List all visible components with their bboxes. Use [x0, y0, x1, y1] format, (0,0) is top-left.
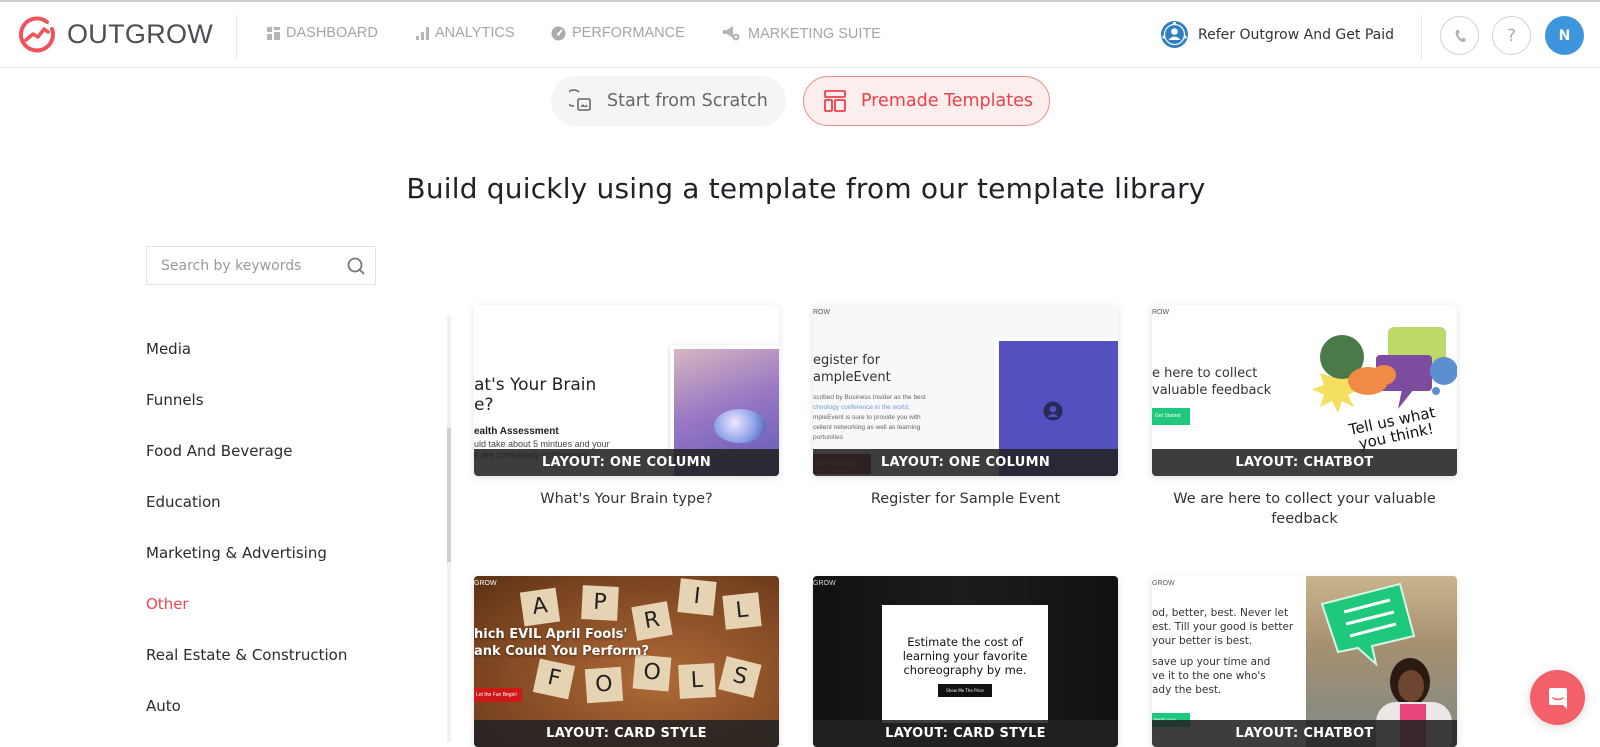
brand-name: OUTGROW [67, 18, 214, 49]
preview-cta: Show Me The Price [938, 684, 992, 697]
category-food-and-beverage[interactable]: Food And Beverage [146, 442, 293, 460]
refer-label: Refer Outgrow And Get Paid [1198, 26, 1394, 43]
category-scrollbar-thumb[interactable] [447, 428, 451, 562]
letter-tile: L [722, 592, 762, 630]
template-search [146, 246, 376, 285]
preview-body: cellent networking as well as learning [813, 424, 921, 431]
avatar-initial: N [1558, 27, 1571, 44]
preview-cta: Get Started [1152, 408, 1190, 425]
preview-body: uld take about 5 mintues and your [474, 439, 610, 449]
preview-subheading: ealth Assessment [474, 426, 559, 437]
search-input[interactable] [147, 247, 327, 284]
template-layout-icon [824, 90, 846, 112]
blank-canvas-icon [569, 89, 591, 111]
preview-body: mpleEvent is sure to provide you with [813, 414, 921, 421]
header-divider-right [1421, 15, 1422, 59]
nav-performance-label: PERFORMANCE [572, 25, 685, 41]
search-icon[interactable] [347, 257, 365, 275]
category-marketing-advertising[interactable]: Marketing & Advertising [146, 544, 327, 562]
category-funnels[interactable]: Funnels [146, 391, 204, 409]
template-title[interactable]: We are here to collect your valuable fee… [1152, 489, 1457, 529]
dashboard-grid-icon [267, 26, 280, 40]
preview-heading: Estimate the cost of learning your favori… [902, 635, 1028, 677]
preview-body: chnology conference in the world, [813, 404, 910, 411]
letter-tile: A [519, 587, 561, 627]
user-avatar[interactable]: N [1545, 16, 1584, 55]
refer-link[interactable]: Refer Outgrow And Get Paid [1160, 20, 1394, 49]
start-from-scratch-button[interactable]: Start from Scratch [551, 76, 786, 126]
premade-templates-button[interactable]: Premade Templates [803, 76, 1050, 126]
preview-brand: GROW [813, 580, 836, 587]
preview-heading: at's Your Brain e? [474, 375, 597, 415]
letter-tile: L [678, 663, 716, 699]
template-title[interactable]: What's Your Brain type? [474, 489, 779, 509]
nav-analytics-label: ANALYTICS [435, 25, 515, 41]
phone-icon [1455, 29, 1465, 42]
live-chat-button[interactable] [1530, 670, 1585, 725]
category-media[interactable]: Media [146, 340, 191, 358]
layout-badge: LAYOUT: ONE COLUMN [474, 449, 779, 476]
user-placeholder-icon [1043, 401, 1063, 421]
layout-badge: LAYOUT: CARD STYLE [474, 720, 779, 747]
nav-performance[interactable]: PERFORMANCE [551, 25, 685, 41]
chat-smile-icon [1548, 687, 1567, 709]
help-button[interactable]: ? [1492, 16, 1531, 55]
preview-brand: ROW [813, 309, 831, 316]
letter-tile: S [718, 656, 762, 698]
preview-brand: ROW [1152, 309, 1170, 316]
template-card[interactable]: at's Your Brain e? ealth Assessment uld t… [474, 305, 779, 476]
help-icon: ? [1506, 25, 1517, 46]
layout-badge: LAYOUT: ONE COLUMN [813, 449, 1118, 476]
bar-chart-icon [416, 26, 429, 40]
brain-shape [714, 409, 766, 443]
layout-badge: LAYOUT: CHATBOT [1152, 449, 1457, 476]
letter-tile: P [581, 585, 619, 621]
category-auto[interactable]: Auto [146, 697, 181, 715]
referral-network-icon [1161, 21, 1188, 48]
nav-dashboard-label: DASHBOARD [286, 25, 378, 41]
start-from-scratch-label: Start from Scratch [607, 91, 768, 111]
template-card[interactable]: GROW od, better, best. Never let est. Til… [1152, 576, 1457, 747]
preview-heading: e here to collect valuable feedback [1152, 366, 1272, 398]
preview-brand: GROW [474, 580, 497, 587]
preview-heading: hich EVIL April Fools' ank Could You Perf… [474, 627, 649, 659]
template-card[interactable]: GROW Estimate the cost of learning your f… [813, 576, 1118, 747]
category-real-estate-construction[interactable]: Real Estate & Construction [146, 646, 347, 664]
nav-dashboard[interactable]: DASHBOARD [267, 25, 378, 41]
call-button[interactable] [1440, 16, 1479, 55]
letter-tile: F [532, 658, 576, 700]
nav-marketing-suite[interactable]: MARKETING SUITE [722, 25, 881, 42]
speedometer-icon [551, 26, 566, 40]
template-card[interactable]: ROW egister for ampleEvent scribed by Bus… [813, 305, 1118, 476]
top-header: OUTGROW DASHBOARD ANALYTICS PERFORMANCE … [0, 2, 1600, 68]
nav-marketing-suite-label: MARKETING SUITE [748, 25, 881, 42]
letter-tile: O [632, 654, 672, 692]
preview-heading: egister for ampleEvent [813, 353, 891, 385]
category-education[interactable]: Education [146, 493, 221, 511]
layout-badge: LAYOUT: CHATBOT [1152, 720, 1457, 747]
outgrow-logo-icon [18, 16, 55, 53]
preview-text: od, better, best. Never let est. Till you… [1152, 607, 1294, 696]
category-other[interactable]: Other [146, 595, 189, 613]
template-card[interactable]: ROW e here to collect valuable feedback G… [1152, 305, 1457, 476]
preview-cta: Let the Fun Begin! [474, 688, 522, 702]
woman-face [1398, 670, 1424, 702]
letter-tile: I [677, 578, 717, 616]
preview-body: portunities [813, 434, 843, 441]
preview-modal: Estimate the cost of learning your favori… [882, 605, 1048, 723]
header-divider [236, 15, 237, 59]
megaphone-gear-icon [723, 26, 740, 41]
chat-bubble-illustration [1320, 582, 1416, 667]
preview-brand: GROW [1152, 580, 1175, 587]
page-title: Build quickly using a template from our … [406, 172, 1206, 205]
template-card[interactable]: GROW A P R I L F O O L S hich EVIL April… [474, 576, 779, 747]
speech-bubbles-illustration: Tell us what you think! [1312, 327, 1457, 453]
template-title[interactable]: Register for Sample Event [813, 489, 1118, 509]
nav-analytics[interactable]: ANALYTICS [416, 25, 515, 41]
layout-badge: LAYOUT: CARD STYLE [813, 720, 1118, 747]
preview-body: scribed by Business Insider as the best [813, 394, 926, 401]
brand-logo[interactable]: OUTGROW [17, 14, 213, 54]
premade-templates-label: Premade Templates [861, 91, 1034, 111]
letter-tile: O [584, 666, 624, 704]
